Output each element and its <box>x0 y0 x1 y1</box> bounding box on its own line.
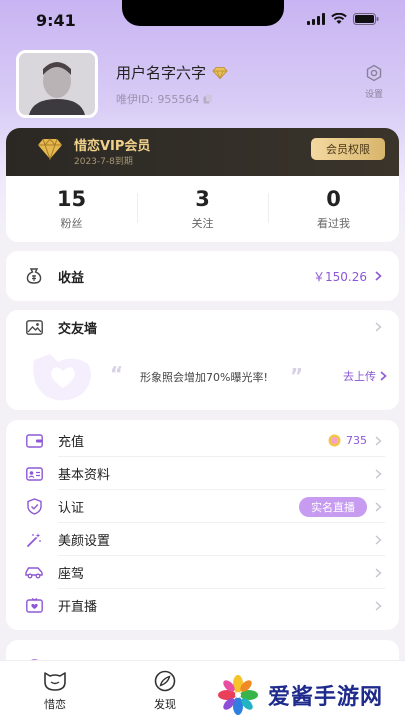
settings-button[interactable]: 设置 <box>359 64 389 100</box>
chevron-right-icon <box>375 435 385 446</box>
heart-decoration-icon <box>33 354 91 401</box>
menu-item-basic-info[interactable]: 基本资料 <box>6 457 399 490</box>
menu-card: 充值 735 基本资料 认证 实名直播 美颜设置 座驾 开直播 <box>6 420 399 630</box>
status-icons <box>307 13 379 25</box>
stat-fans[interactable]: 15 粉丝 <box>6 187 137 231</box>
menu-label: 认证 <box>58 501 85 516</box>
vip-expiry: 2023-7-8到期 <box>74 157 133 167</box>
chevron-right-icon <box>375 271 385 281</box>
menu-label: 基本资料 <box>58 468 111 483</box>
menu-label: 座驾 <box>58 567 85 582</box>
menu-item-beauty[interactable]: 美颜设置 <box>6 523 399 556</box>
menu-item-recharge[interactable]: 充值 735 <box>6 424 399 457</box>
cellular-signal-icon <box>307 13 325 25</box>
stat-label: 粉丝 <box>60 217 83 230</box>
friend-wall-tip: 形象照会增加70%曝光率! <box>140 371 268 384</box>
quote-close-icon: ” <box>290 364 304 388</box>
coin-icon <box>328 434 341 447</box>
avatar[interactable] <box>16 50 98 118</box>
stat-label: 看过我 <box>317 217 350 230</box>
device-notch <box>122 0 284 26</box>
username: 用户名字六字 <box>116 62 228 83</box>
quote-open-icon: “ <box>110 362 124 386</box>
user-id: 唯伊ID: 955564 <box>116 91 213 107</box>
vip-privileges-button[interactable]: 会员权限 <box>311 138 385 160</box>
chevron-right-icon <box>375 322 385 332</box>
chevron-right-icon <box>375 468 385 479</box>
wifi-icon <box>331 13 347 24</box>
status-bar: 9:41 <box>0 0 405 44</box>
tab-label: 发现 <box>154 698 176 711</box>
watermark-text: 爱酱手游网 <box>268 685 384 710</box>
menu-item-live[interactable]: 开直播 <box>6 589 399 622</box>
username-text: 用户名字六字 <box>116 64 207 82</box>
menu-label: 开直播 <box>58 600 98 615</box>
menu-item-car[interactable]: 座驾 <box>6 556 399 589</box>
profile-header: 用户名字六字 唯伊ID: 955564 设置 <box>16 50 389 120</box>
user-id-label: 唯伊ID: <box>116 93 154 106</box>
stat-following[interactable]: 3 关注 <box>137 187 268 231</box>
chevron-right-icon <box>375 501 385 512</box>
tab-discover[interactable]: 发现 <box>110 661 220 720</box>
stat-value: 15 <box>56 187 87 211</box>
gear-icon <box>366 64 382 82</box>
tab-label: 惜恋 <box>44 698 66 711</box>
earnings-card: 收益 ￥150.26 <box>6 251 399 301</box>
vip-crown-icon <box>38 138 62 160</box>
earnings-row[interactable]: 收益 ￥150.26 <box>6 251 399 301</box>
money-bag-icon <box>25 267 43 285</box>
shield-check-icon <box>25 498 43 516</box>
menu-item-verify[interactable]: 认证 实名直播 <box>6 490 399 523</box>
car-icon <box>25 564 43 582</box>
magic-wand-icon <box>25 531 43 549</box>
chevron-right-icon <box>375 567 385 578</box>
live-tv-icon <box>25 597 43 615</box>
upload-link[interactable]: 去上传 <box>343 368 387 384</box>
upload-link-label: 去上传 <box>343 370 376 383</box>
earnings-value: ￥150.26 <box>313 269 367 284</box>
menu-label: 美颜设置 <box>58 534 111 549</box>
pinwheel-logo-icon <box>218 675 258 715</box>
tab-xilian[interactable]: 惜恋 <box>0 661 110 720</box>
wallet-icon <box>25 432 43 450</box>
stats-card: 15 粉丝 3 关注 0 看过我 <box>6 176 399 242</box>
vip-title: 惜恋VIP会员 <box>74 139 151 154</box>
friend-wall-card: 交友墙 “ 形象照会增加70%曝光率! ” 去上传 <box>6 310 399 410</box>
cat-face-icon <box>0 670 110 694</box>
battery-icon <box>353 13 379 25</box>
stat-visitors[interactable]: 0 看过我 <box>268 187 399 231</box>
stat-label: 关注 <box>191 217 214 230</box>
watermark: 爱酱手游网 <box>216 670 405 720</box>
user-id-value: 955564 <box>157 92 200 106</box>
stat-value: 3 <box>195 187 210 211</box>
settings-label: 设置 <box>364 90 383 100</box>
vip-banner[interactable]: 惜恋VIP会员 2023-7-8到期 会员权限 <box>6 128 399 176</box>
status-time: 9:41 <box>36 11 76 30</box>
earnings-label: 收益 <box>58 270 85 286</box>
chevron-right-icon <box>375 600 385 611</box>
vip-diamond-icon <box>212 66 228 79</box>
friend-wall-banner[interactable]: “ 形象照会增加70%曝光率! ” 去上传 <box>6 350 399 402</box>
friend-wall-row[interactable]: 交友墙 <box>6 310 399 344</box>
stat-value: 0 <box>326 187 341 211</box>
verify-badge[interactable]: 实名直播 <box>299 496 367 517</box>
coin-balance: 735 <box>346 434 367 447</box>
chevron-right-icon <box>380 371 387 381</box>
image-icon <box>25 318 43 336</box>
copy-icon[interactable] <box>203 94 213 104</box>
chevron-right-icon <box>375 534 385 545</box>
menu-label: 充值 <box>58 435 85 450</box>
compass-icon <box>110 670 220 694</box>
id-card-icon <box>25 465 43 483</box>
friend-wall-label: 交友墙 <box>58 321 98 337</box>
